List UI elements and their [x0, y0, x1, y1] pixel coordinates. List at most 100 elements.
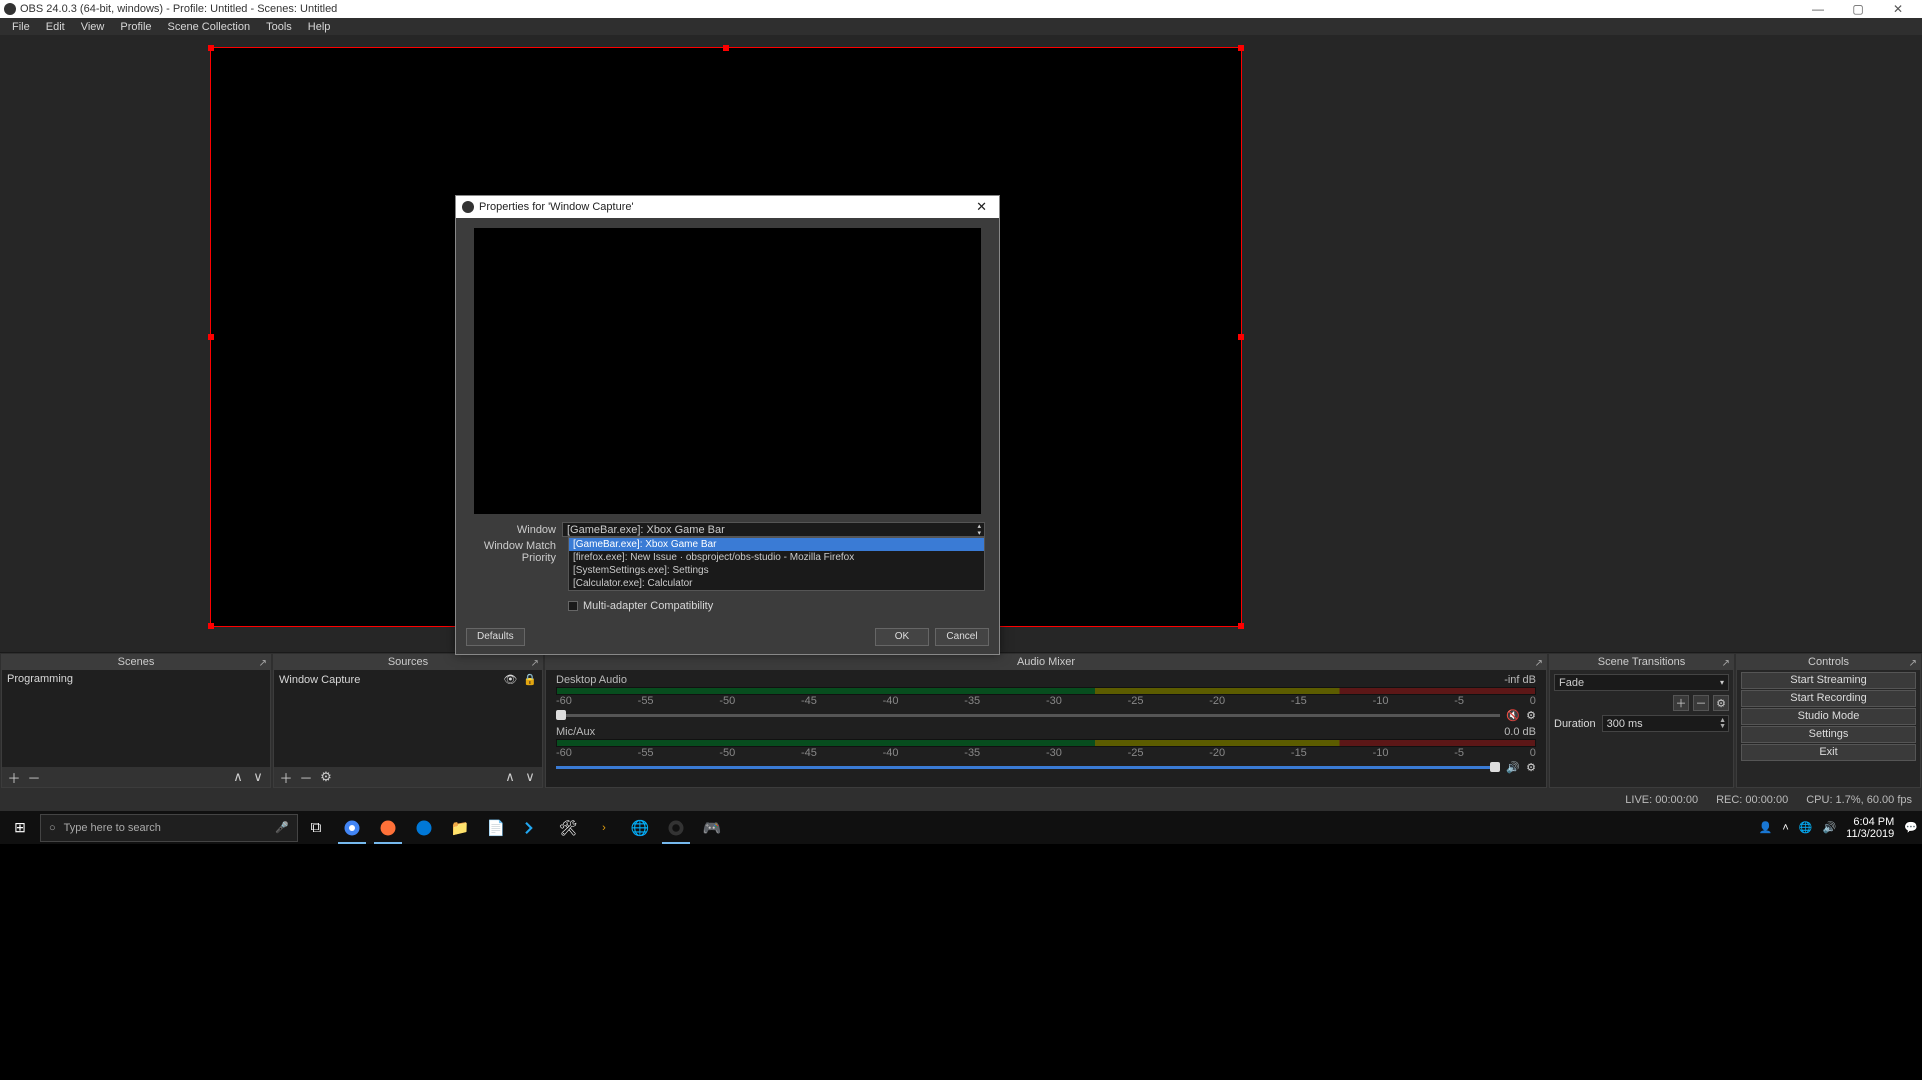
resize-handle-icon[interactable] — [1238, 334, 1244, 340]
start-streaming-button[interactable]: Start Streaming — [1741, 672, 1916, 689]
volume-icon[interactable]: 🔊 — [1822, 821, 1836, 834]
resize-handle-icon[interactable] — [723, 45, 729, 51]
dropdown-option[interactable]: [firefox.exe]: New Issue · obsproject/ob… — [569, 551, 984, 564]
taskbar-search[interactable]: ○ Type here to search 🎤 — [40, 814, 298, 842]
dropdown-option[interactable]: [SystemSettings.exe]: Settings — [569, 564, 984, 577]
dropdown-option[interactable]: [Calculator.exe]: Calculator — [569, 577, 984, 590]
resize-handle-icon[interactable] — [1238, 623, 1244, 629]
panel-popout-icon[interactable]: ↗ — [1909, 656, 1917, 671]
window-title-text: OBS 24.0.3 (64-bit, windows) - Profile: … — [20, 3, 337, 15]
track-settings-icon[interactable]: ⚙ — [1526, 709, 1536, 722]
edge-icon[interactable] — [406, 811, 442, 844]
dropdown-option[interactable]: [GameBar.exe]: Xbox Game Bar — [569, 538, 984, 551]
ok-button[interactable]: OK — [875, 628, 929, 646]
panel-popout-icon[interactable]: ↗ — [1722, 656, 1730, 671]
window-maximize-button[interactable]: ▢ — [1838, 2, 1878, 16]
mute-icon[interactable]: 🔇 — [1506, 709, 1520, 722]
visibility-icon[interactable]: 👁 — [503, 673, 517, 686]
multi-adapter-checkbox[interactable] — [568, 601, 578, 611]
app-icon[interactable]: 🌐 — [622, 811, 658, 844]
studio-mode-button[interactable]: Studio Mode — [1741, 708, 1916, 725]
plex-icon[interactable]: › — [586, 811, 622, 844]
move-down-button[interactable]: ∨ — [522, 769, 538, 785]
settings-button[interactable]: Settings — [1741, 726, 1916, 743]
cancel-button[interactable]: Cancel — [935, 628, 989, 646]
menu-view[interactable]: View — [73, 21, 113, 33]
add-transition-button[interactable]: ＋ — [1673, 695, 1689, 711]
start-button[interactable]: ⊞ — [0, 819, 40, 836]
duration-spinbox[interactable]: 300 ms ▲▼ — [1602, 715, 1729, 732]
source-item[interactable]: Window Capture 👁 🔒 — [274, 670, 542, 689]
transition-select[interactable]: Fade ▾ — [1554, 674, 1729, 691]
search-placeholder: Type here to search — [64, 822, 161, 834]
menu-profile[interactable]: Profile — [112, 21, 159, 33]
start-recording-button[interactable]: Start Recording — [1741, 690, 1916, 707]
menu-edit[interactable]: Edit — [38, 21, 73, 33]
resize-handle-icon[interactable] — [208, 334, 214, 340]
notepad-icon[interactable]: 📄 — [478, 811, 514, 844]
vscode-icon[interactable] — [514, 811, 550, 844]
network-icon[interactable]: 🌐 — [1799, 821, 1813, 834]
defaults-button[interactable]: Defaults — [466, 628, 525, 646]
notifications-icon[interactable]: 💬 — [1904, 821, 1918, 834]
task-view-icon[interactable]: ⧉ — [298, 811, 334, 844]
move-up-button[interactable]: ∧ — [502, 769, 518, 785]
track-name: Desktop Audio — [556, 674, 627, 686]
panel-title: Scene Transitions — [1598, 656, 1685, 668]
speaker-icon[interactable]: 🔊 — [1506, 761, 1520, 774]
move-down-button[interactable]: ∨ — [250, 769, 266, 785]
menu-file[interactable]: File — [4, 21, 38, 33]
search-icon: ○ — [49, 822, 56, 834]
people-icon[interactable]: 👤 — [1759, 821, 1773, 834]
dialog-title-text: Properties for 'Window Capture' — [479, 201, 634, 213]
taskbar-clock[interactable]: 6:04 PM 11/3/2019 — [1846, 816, 1894, 840]
panel-popout-icon[interactable]: ↗ — [259, 656, 267, 671]
scene-item[interactable]: Programming — [2, 670, 270, 688]
spin-caret-icon[interactable]: ▲▼ — [1719, 718, 1726, 730]
lock-icon[interactable]: 🔒 — [523, 673, 537, 686]
firefox-icon[interactable] — [370, 811, 406, 844]
menu-bar: File Edit View Profile Scene Collection … — [0, 18, 1922, 35]
remove-scene-button[interactable]: － — [26, 769, 42, 785]
window-field-label: Window — [470, 524, 562, 536]
caret-icon: ▴▾ — [977, 523, 981, 537]
dialog-title-bar[interactable]: Properties for 'Window Capture' ✕ — [456, 196, 999, 218]
menu-help[interactable]: Help — [300, 21, 339, 33]
resize-handle-icon[interactable] — [208, 45, 214, 51]
source-properties-button[interactable]: ⚙ — [318, 769, 334, 785]
remove-source-button[interactable]: － — [298, 769, 314, 785]
resize-handle-icon[interactable] — [208, 623, 214, 629]
dialog-close-button[interactable]: ✕ — [970, 199, 993, 215]
menu-tools[interactable]: Tools — [258, 21, 300, 33]
track-name: Mic/Aux — [556, 726, 595, 738]
resize-handle-icon[interactable] — [1238, 45, 1244, 51]
panel-popout-icon[interactable]: ↗ — [1535, 656, 1543, 671]
panel-header: Scenes ↗ — [2, 655, 270, 670]
app-icon[interactable]: 🎮 — [694, 811, 730, 844]
tray-overflow-icon[interactable]: ˄ — [1782, 822, 1788, 834]
volume-slider[interactable] — [556, 714, 1500, 717]
mic-icon[interactable]: 🎤 — [275, 821, 289, 834]
scenes-panel: Scenes ↗ Programming ＋ － ∧ ∨ — [1, 654, 271, 788]
priority-field-label: Window Match Priority — [470, 540, 562, 564]
transition-settings-button[interactable]: ⚙ — [1713, 695, 1729, 711]
window-close-button[interactable]: ✕ — [1878, 2, 1918, 16]
track-settings-icon[interactable]: ⚙ — [1526, 761, 1536, 774]
panel-popout-icon[interactable]: ↗ — [531, 656, 539, 671]
window-select[interactable]: [GameBar.exe]: Xbox Game Bar ▴▾ — [562, 522, 985, 537]
track-db: -inf dB — [1504, 674, 1536, 686]
track-db: 0.0 dB — [1504, 726, 1536, 738]
volume-slider[interactable] — [556, 766, 1500, 769]
multi-adapter-label: Multi-adapter Compatibility — [583, 600, 713, 612]
menu-scene-collection[interactable]: Scene Collection — [160, 21, 259, 33]
chrome-icon[interactable] — [334, 811, 370, 844]
move-up-button[interactable]: ∧ — [230, 769, 246, 785]
add-source-button[interactable]: ＋ — [278, 769, 294, 785]
window-minimize-button[interactable]: — — [1798, 2, 1838, 16]
app-icon[interactable]: 🛠 — [550, 811, 586, 844]
exit-button[interactable]: Exit — [1741, 744, 1916, 761]
add-scene-button[interactable]: ＋ — [6, 769, 22, 785]
obs-taskbar-icon[interactable] — [658, 811, 694, 844]
remove-transition-button[interactable]: － — [1693, 695, 1709, 711]
explorer-icon[interactable]: 📁 — [442, 811, 478, 844]
